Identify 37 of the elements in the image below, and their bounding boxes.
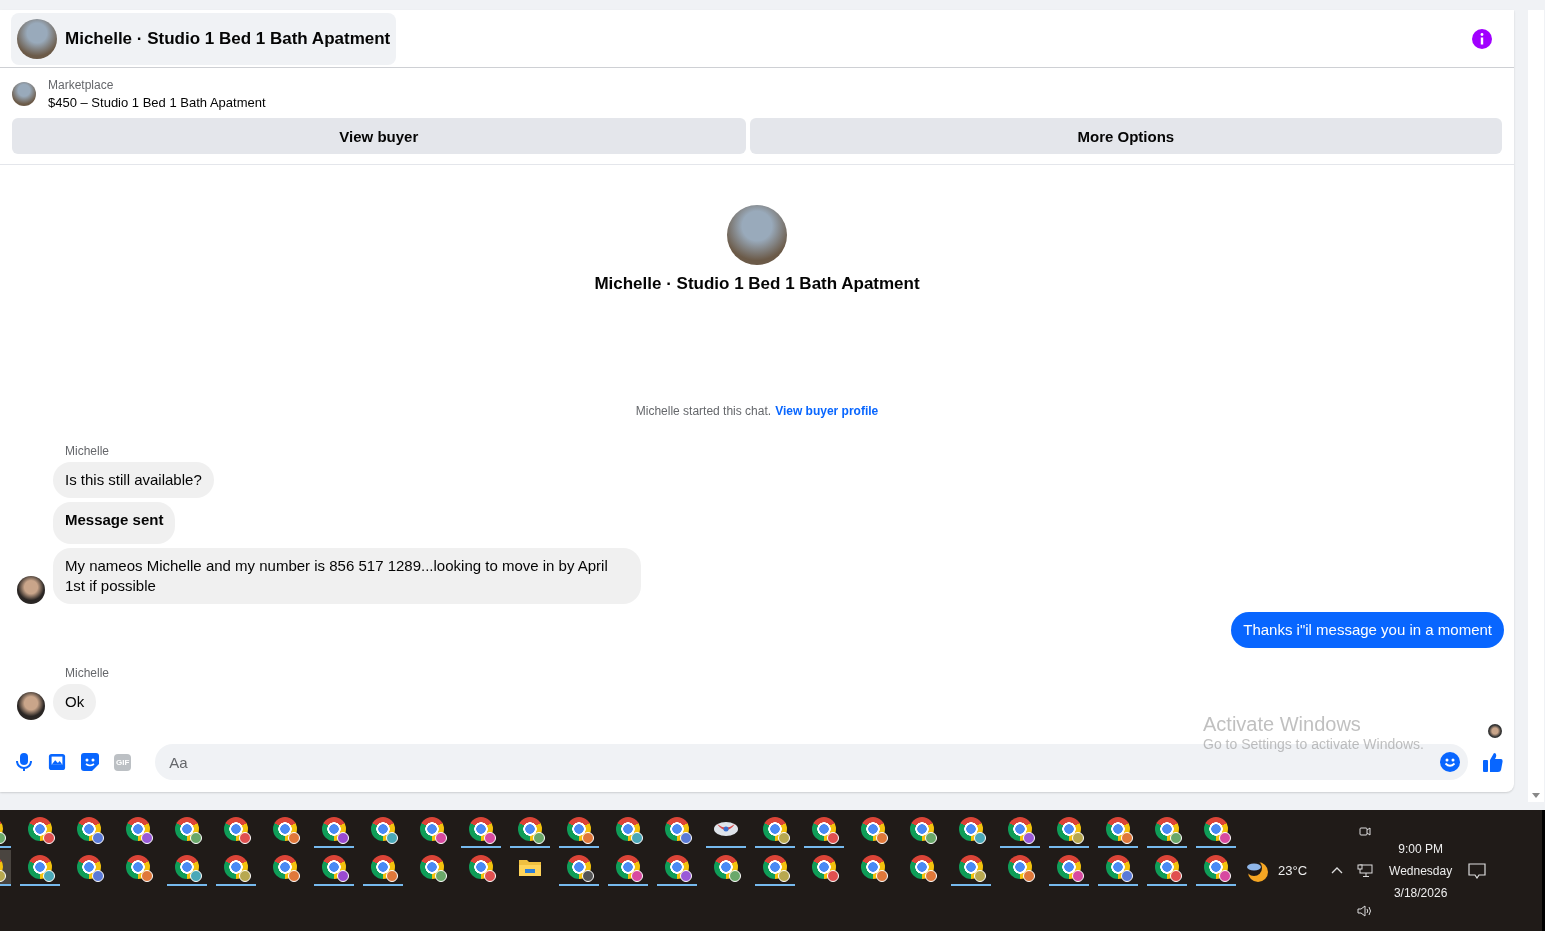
microphone-icon[interactable]	[14, 752, 34, 772]
clock[interactable]: 9:00 PM Wednesday 3/18/2026	[1389, 841, 1453, 900]
listing-title[interactable]: $450 – Studio 1 Bed 1 Bath Apatment	[48, 95, 266, 110]
listing-source: Marketplace	[48, 78, 115, 92]
message-bubble: Ok	[53, 684, 97, 720]
message-bubble: Is this still available?	[53, 462, 214, 498]
photo-placeholder	[12, 82, 36, 106]
notifications-icon[interactable]	[1468, 862, 1487, 879]
image-icon[interactable]	[48, 753, 66, 771]
message-bubble: My nameos Michelle and my number is 856 517 1289...looking to move in by April 1st if possible	[53, 548, 641, 604]
chat-notice: Michelle started this chat.	[635, 404, 772, 418]
scroll-down-arrow-icon[interactable]	[1532, 793, 1540, 798]
emoji-icon[interactable]	[1440, 752, 1460, 772]
view-buyer-profile-link[interactable]: View buyer profile	[775, 404, 879, 418]
sender-name: Michelle	[65, 444, 110, 458]
network-icon[interactable]	[1357, 863, 1374, 878]
avatar	[17, 576, 45, 604]
info-icon[interactable]	[1472, 28, 1492, 49]
message-input[interactable]: Aa	[167, 752, 1440, 772]
speaker-icon[interactable]	[1357, 903, 1374, 918]
weather-moon-icon[interactable]	[1246, 859, 1268, 882]
chat-title: Michelle · Studio 1 Bed 1 Bath Apatment	[594, 274, 920, 294]
seen-avatar	[1488, 724, 1502, 738]
sticker-icon[interactable]	[80, 752, 100, 772]
action-button[interactable]: View buyer	[12, 118, 746, 154]
thumbs-up-icon[interactable]	[1482, 751, 1504, 773]
avatar	[17, 692, 45, 720]
action-button[interactable]: More Options	[749, 118, 1502, 154]
photo-placeholder	[17, 18, 57, 59]
message-bubble: Message sent	[53, 502, 176, 544]
message-bubble: Thanks i"il message you in a moment	[1231, 612, 1504, 648]
photo-placeholder	[727, 205, 787, 265]
conversation-title[interactable]: Michelle · Studio 1 Bed 1 Bath Apatment	[11, 12, 397, 65]
caret-up-icon[interactable]	[1331, 867, 1344, 874]
sender-name: Michelle	[65, 666, 110, 680]
activation-notice-title: Activate Windows	[1203, 713, 1362, 736]
weather-temperature[interactable]: 23°C	[1278, 863, 1308, 878]
